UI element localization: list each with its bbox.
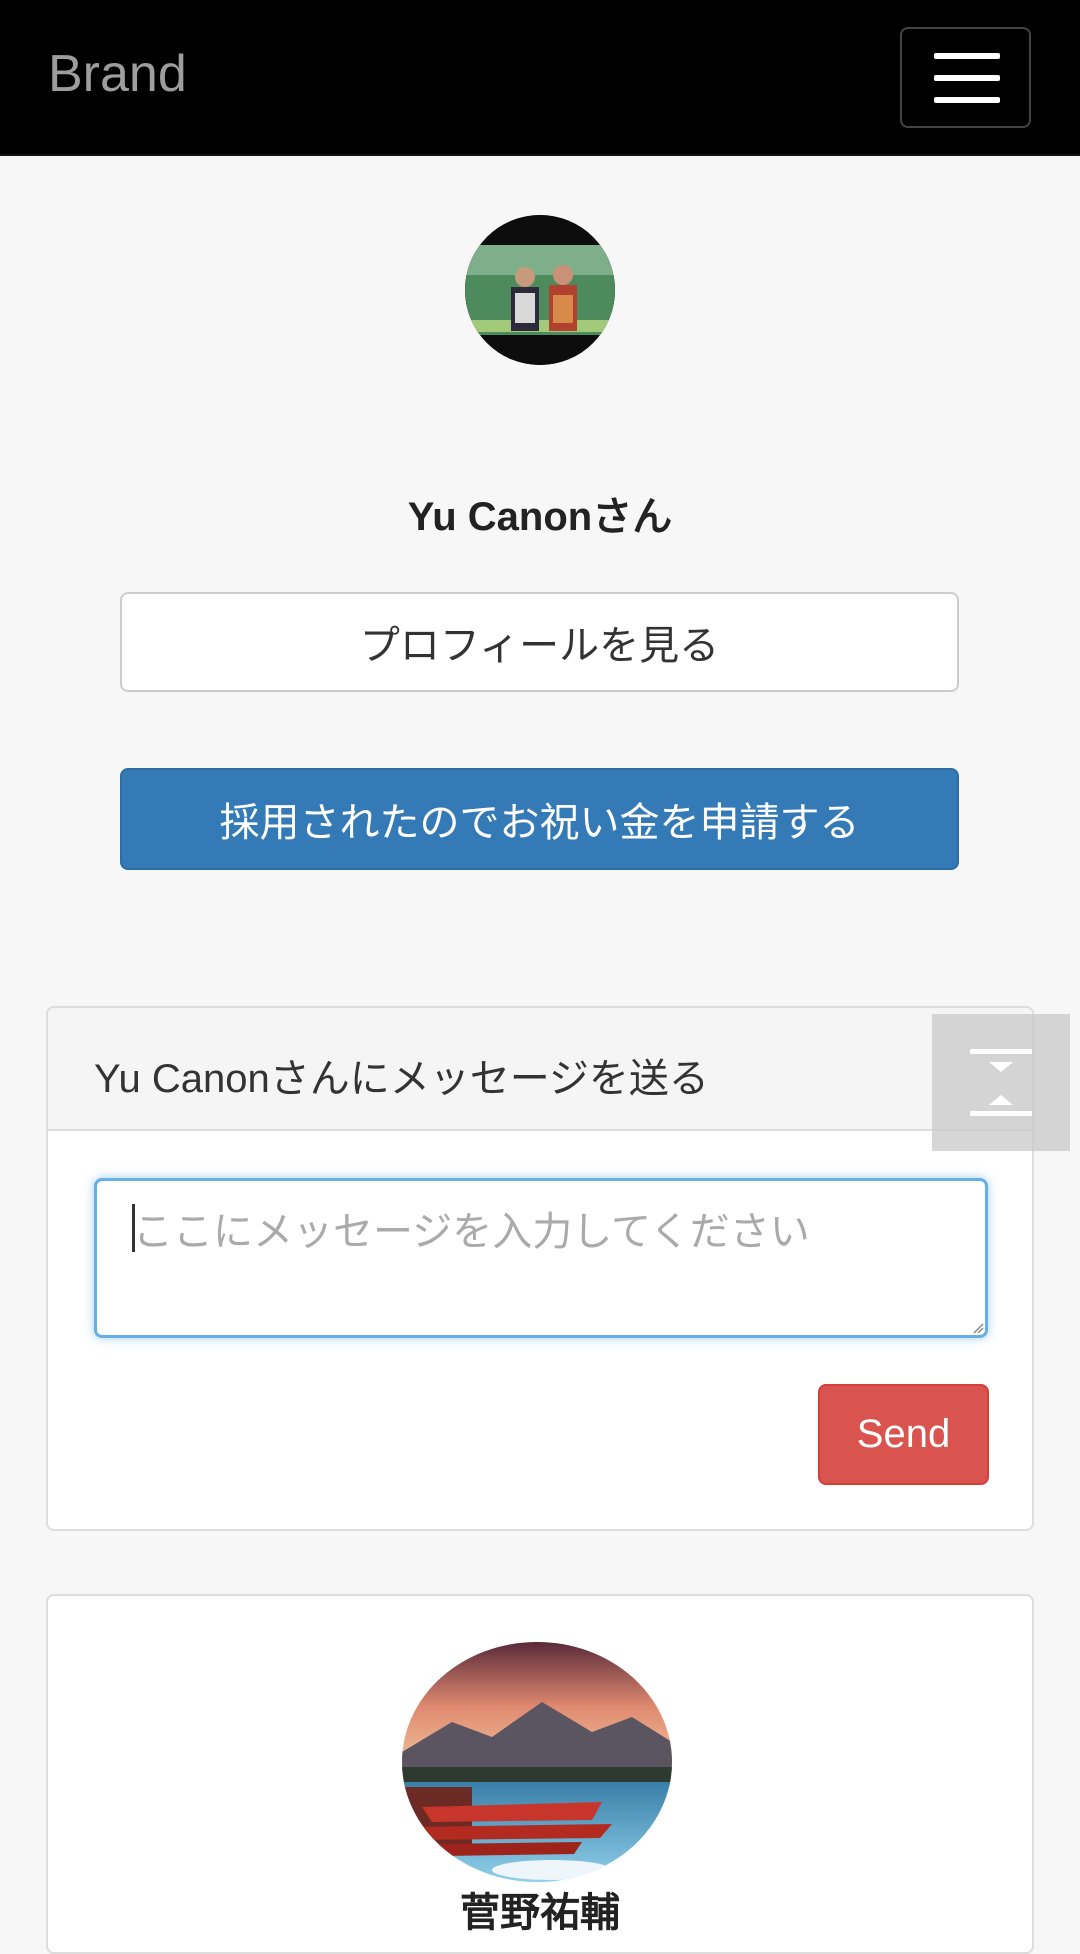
brand-link[interactable]: Brand — [48, 44, 187, 104]
user-card-avatar — [402, 1642, 672, 1882]
message-panel: Yu Canonさんにメッセージを送る Send — [46, 1006, 1034, 1531]
user-card[interactable]: 菅野祐輔 — [46, 1594, 1034, 1954]
user-avatar — [465, 215, 615, 365]
panel-heading: Yu Canonさんにメッセージを送る — [48, 1008, 1032, 1131]
profile-name: Yu Canonさん — [407, 495, 673, 539]
scroll-top-bottom-button[interactable] — [932, 1014, 1070, 1151]
hamburger-menu-icon-bar — [934, 75, 1000, 81]
avatar-photo — [402, 1642, 672, 1882]
menu-toggle-button[interactable] — [900, 27, 1031, 128]
navbar: Brand — [0, 0, 1080, 156]
hamburger-menu-icon-bar — [934, 97, 1000, 103]
card-user-name: 菅野祐輔 — [460, 1891, 620, 1935]
hamburger-menu-icon — [934, 53, 1000, 59]
message-input[interactable] — [94, 1178, 988, 1338]
text-caret — [132, 1204, 135, 1252]
resize-grip-icon[interactable] — [972, 1322, 984, 1334]
panel-title: Yu Canonさんにメッセージを送る — [94, 1057, 709, 1101]
send-button[interactable]: Send — [818, 1384, 989, 1485]
avatar-photo — [465, 215, 615, 365]
scroll-top-bottom-icon — [970, 1049, 1032, 1116]
view-profile-button[interactable]: プロフィールを見る — [120, 592, 959, 692]
apply-bonus-button[interactable]: 採用されたのでお祝い金を申請する — [120, 768, 959, 870]
